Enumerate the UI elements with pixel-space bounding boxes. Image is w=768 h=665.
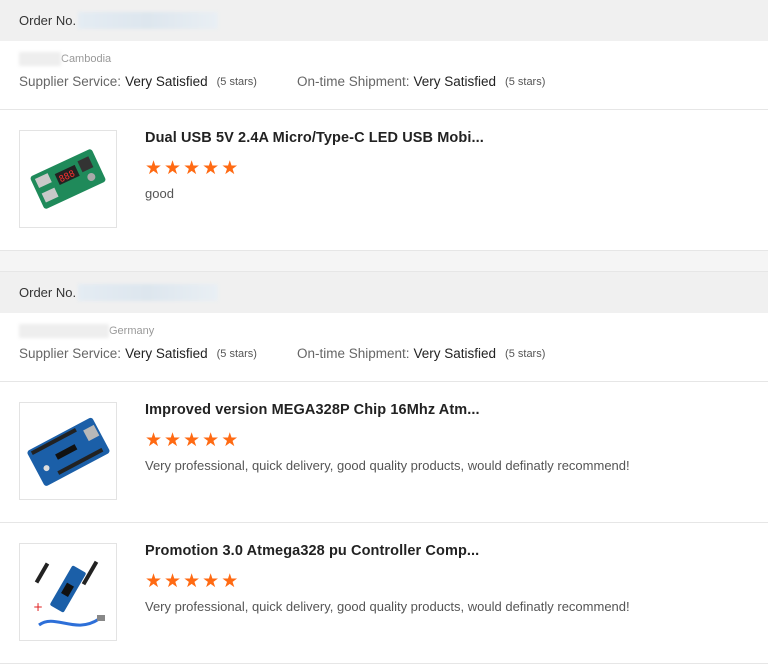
store-ratings: Supplier Service: Very Satisfied (5 star… — [19, 74, 749, 89]
review-comment: Very professional, quick delivery, good … — [145, 458, 630, 473]
shipment-value: Very Satisfied — [413, 74, 497, 89]
supplier-service-label: Supplier Service: — [19, 346, 122, 361]
buyer-name-redacted — [19, 324, 109, 338]
nano-board-image: + — [33, 560, 105, 627]
product-rating: ★ ★ ★ ★ ★ — [145, 158, 484, 179]
star-icon: ★ — [164, 571, 182, 592]
order-number-label: Order No. — [19, 285, 77, 300]
review-comment: Very professional, quick delivery, good … — [145, 599, 630, 614]
star-icon: ★ — [202, 158, 220, 179]
usb-power-board-image: 888 — [30, 149, 106, 209]
shipment-stars: (5 stars) — [505, 347, 546, 360]
product-thumbnail[interactable]: 888 — [19, 130, 117, 228]
order-header: Order No. — [0, 272, 768, 313]
order-number-redacted — [78, 12, 219, 29]
star-icon: ★ — [145, 571, 163, 592]
star-icon: ★ — [183, 430, 201, 451]
star-icon: ★ — [202, 571, 220, 592]
order-number-redacted — [78, 284, 219, 301]
supplier-service-value: Very Satisfied — [125, 346, 208, 361]
star-icon: ★ — [145, 158, 163, 179]
product-thumbnail[interactable]: + — [19, 543, 117, 641]
buyer-country: Cambodia — [61, 53, 112, 65]
product-title[interactable]: Improved version MEGA328P Chip 16Mhz Atm… — [145, 402, 630, 420]
star-icon: ★ — [221, 571, 239, 592]
supplier-service-stars: (5 stars) — [216, 75, 257, 88]
buyer-country-line: Germany — [19, 323, 749, 339]
star-icon: ★ — [221, 430, 239, 451]
uno-board-image — [27, 417, 110, 486]
store-ratings: Supplier Service: Very Satisfied (5 star… — [19, 346, 749, 361]
section-divider — [0, 251, 768, 272]
product-review: Improved version MEGA328P Chip 16Mhz Atm… — [0, 382, 768, 523]
product-review: 888 Dual USB 5V 2.4A Micro/Type-C LED US… — [0, 110, 768, 251]
shipment-label: On-time Shipment: — [296, 346, 410, 361]
buyer-country-line: Cambodia — [19, 51, 749, 67]
star-icon: ★ — [221, 158, 239, 179]
product-title[interactable]: Promotion 3.0 Atmega328 pu Controller Co… — [145, 543, 630, 561]
order-header: Order No. — [0, 0, 768, 41]
buyer-info: Germany Supplier Service: Very Satisfied… — [0, 313, 768, 382]
star-icon: ★ — [183, 158, 201, 179]
order-number-label: Order No. — [19, 13, 77, 28]
product-thumbnail[interactable] — [19, 402, 117, 500]
buyer-info: Cambodia Supplier Service: Very Satisfie… — [0, 41, 768, 110]
product-title[interactable]: Dual USB 5V 2.4A Micro/Type-C LED USB Mo… — [145, 130, 484, 148]
star-icon: ★ — [202, 430, 220, 451]
svg-text:+: + — [33, 600, 43, 614]
product-rating: ★ ★ ★ ★ ★ — [145, 571, 630, 592]
star-icon: ★ — [164, 430, 182, 451]
supplier-service-stars: (5 stars) — [216, 347, 257, 360]
buyer-country: Germany — [109, 325, 155, 337]
shipment-label: On-time Shipment: — [296, 74, 410, 89]
supplier-service-value: Very Satisfied — [125, 74, 208, 89]
shipment-value: Very Satisfied — [413, 346, 497, 361]
star-icon: ★ — [145, 430, 163, 451]
buyer-name-redacted — [19, 52, 61, 66]
star-icon: ★ — [183, 571, 201, 592]
supplier-service-label: Supplier Service: — [19, 74, 122, 89]
review-comment: good — [145, 186, 174, 201]
star-icon: ★ — [164, 158, 182, 179]
product-review: + Promotion 3.0 Atmega328 pu Controller … — [0, 523, 768, 664]
product-rating: ★ ★ ★ ★ ★ — [145, 430, 630, 451]
shipment-stars: (5 stars) — [505, 75, 546, 88]
